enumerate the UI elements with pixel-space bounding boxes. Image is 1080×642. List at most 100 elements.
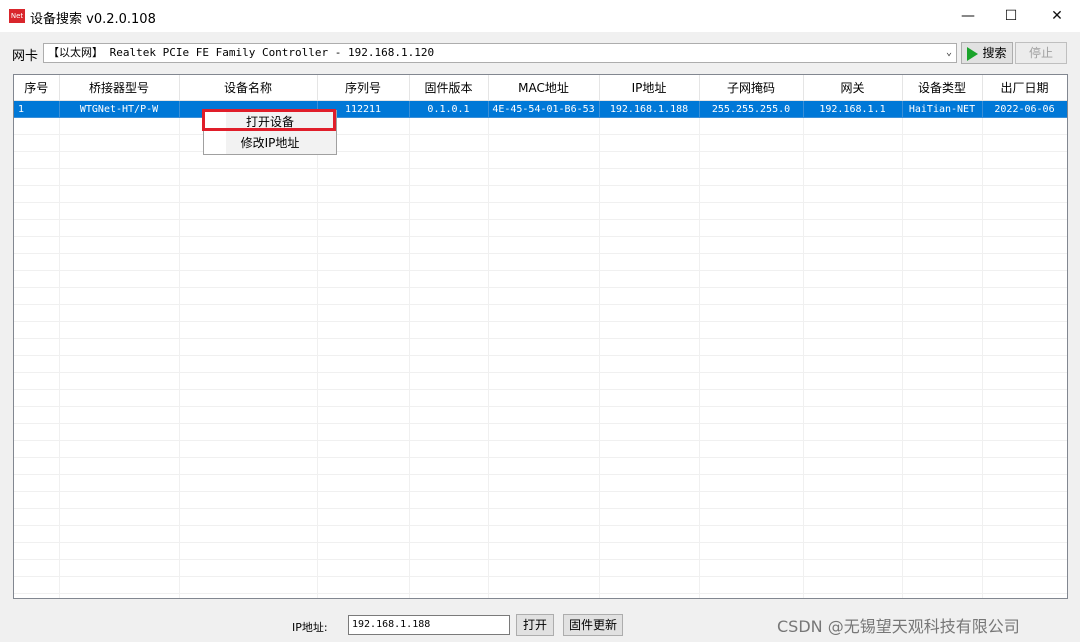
empty-cell [179,185,318,203]
empty-cell [317,236,410,254]
empty-cell [902,372,983,390]
empty-cell [317,423,410,441]
open-button[interactable]: 打开 [516,614,554,636]
empty-cell [902,270,983,288]
empty-cell [317,542,410,560]
minimize-button[interactable]: — [945,0,991,32]
empty-cell [599,406,700,424]
empty-cell [803,525,903,543]
empty-cell [803,559,903,577]
empty-row [14,423,1067,441]
nic-select[interactable]: 【以太网】 Realtek PCIe FE Family Controller … [43,43,957,63]
empty-cell [902,406,983,424]
maximize-button[interactable]: ☐ [988,0,1034,32]
empty-cell [59,338,180,356]
empty-cell [599,134,700,152]
empty-cell [488,338,600,356]
empty-cell [599,151,700,169]
empty-cell [409,389,489,407]
column-header[interactable]: 子网掩码 [699,75,804,101]
empty-cell [803,508,903,526]
empty-cell [14,372,60,390]
empty-cell [488,253,600,271]
empty-cell [14,287,60,305]
empty-row [14,219,1067,237]
column-header[interactable]: 序列号 [317,75,410,101]
close-button[interactable]: ✕ [1034,0,1080,32]
stop-button[interactable]: 停止 [1015,42,1067,64]
empty-cell [488,457,600,475]
empty-cell [699,457,804,475]
empty-cell [803,406,903,424]
empty-cell [14,542,60,560]
empty-cell [59,202,180,220]
ip-input[interactable]: 192.168.1.188 [348,615,510,635]
empty-row [14,185,1067,203]
empty-cell [599,253,700,271]
empty-cell [14,236,60,254]
empty-cell [59,304,180,322]
empty-cell [982,508,1067,526]
empty-cell [409,321,489,339]
empty-cell [317,474,410,492]
empty-row [14,253,1067,271]
empty-cell [14,219,60,237]
column-header[interactable]: 桥接器型号 [59,75,180,101]
empty-cell [488,406,600,424]
chevron-down-icon[interactable]: ⌄ [946,44,952,62]
empty-row [14,355,1067,373]
empty-cell [599,287,700,305]
device-list[interactable]: 序号 桥接器型号 设备名称 序列号 固件版本 MAC地址 IP地址 子网掩码 网关 设备类型 出厂日… [13,74,1068,599]
empty-cell [179,440,318,458]
empty-row [14,457,1067,475]
empty-cell [409,270,489,288]
empty-cell [902,338,983,356]
empty-cell [599,219,700,237]
column-header[interactable]: IP地址 [599,75,700,101]
empty-cell [409,406,489,424]
table-row[interactable]: 1 WTGNet-HT/P-W 112211 0.1.0.1 4E-45-54-01-B… [14,100,1067,118]
empty-cell [902,117,983,135]
empty-cell [179,508,318,526]
empty-cell [488,389,600,407]
empty-row [14,236,1067,254]
empty-cell [179,593,318,598]
empty-row [14,304,1067,322]
empty-cell [488,372,600,390]
column-header[interactable]: 设备类型 [902,75,983,101]
search-button[interactable]: 搜索 [961,42,1013,64]
column-header[interactable]: 固件版本 [409,75,489,101]
empty-cell [803,474,903,492]
column-header[interactable]: 设备名称 [179,75,318,101]
empty-cell [982,440,1067,458]
column-header[interactable]: MAC地址 [488,75,600,101]
empty-cell [699,270,804,288]
column-header[interactable]: 序号 [14,75,60,101]
empty-row [14,117,1067,135]
empty-cell [317,202,410,220]
empty-cell [317,338,410,356]
column-header[interactable]: 出厂日期 [982,75,1067,101]
empty-cell [317,457,410,475]
empty-cell [699,134,804,152]
empty-cell [59,236,180,254]
empty-cell [982,406,1067,424]
empty-cell [59,440,180,458]
empty-cell [599,491,700,509]
empty-cell [902,593,983,598]
empty-cell [699,474,804,492]
empty-cell [317,491,410,509]
context-menu: 打开设备 修改IP地址 [202,109,337,155]
empty-cell [982,202,1067,220]
column-header[interactable]: 网关 [803,75,903,101]
menu-item-change-ip[interactable]: 修改IP地址 [204,133,336,154]
empty-cell [699,406,804,424]
empty-cell [179,389,318,407]
empty-cell [902,253,983,271]
empty-cell [488,542,600,560]
firmware-update-button[interactable]: 固件更新 [563,614,623,636]
empty-cell [699,491,804,509]
empty-cell [699,576,804,594]
device-table: 序号 桥接器型号 设备名称 序列号 固件版本 MAC地址 IP地址 子网掩码 网关 设备类型 出厂日… [14,75,1067,598]
empty-cell [488,219,600,237]
